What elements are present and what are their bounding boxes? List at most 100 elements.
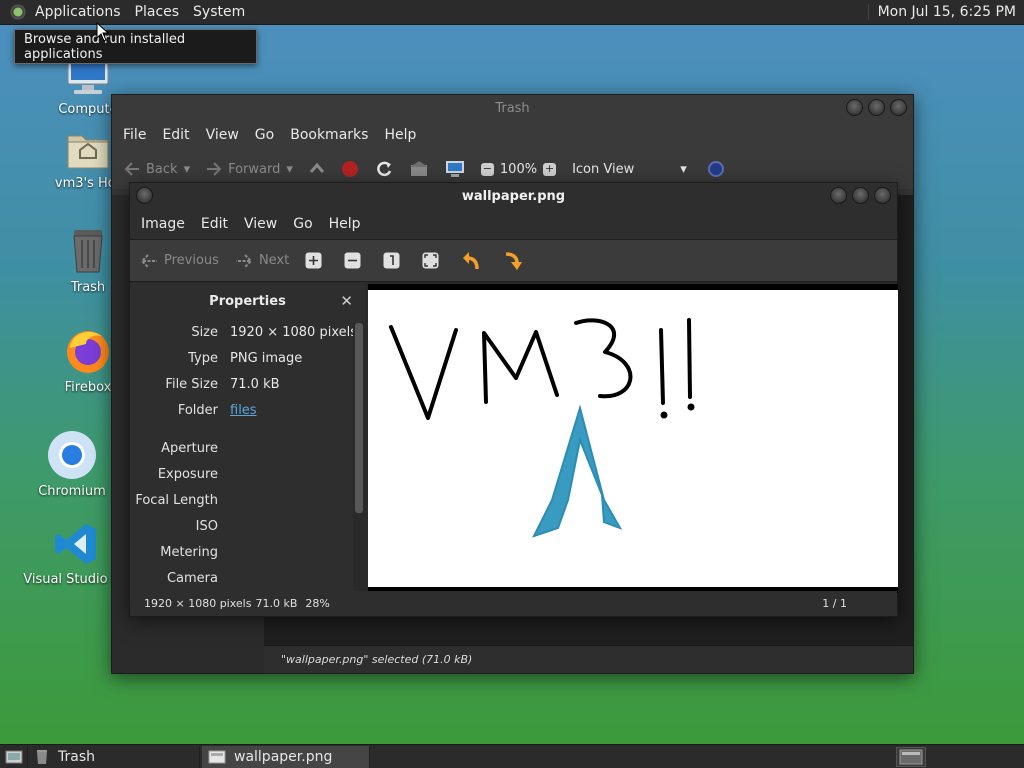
taskbar-item-trash[interactable]: Trash: [28, 745, 200, 768]
stop-icon: [341, 161, 358, 177]
computer-button[interactable]: [445, 160, 465, 178]
panel-clock[interactable]: Mon Jul 15, 6:25 PM: [867, 4, 1024, 20]
top-panel: Applications Places System Mon Jul 15, 6…: [0, 0, 1024, 25]
metadata-key: Focal Length: [135, 492, 218, 508]
forward-button[interactable]: Forward ▾: [206, 162, 293, 177]
property-value: PNG image: [230, 350, 303, 366]
image-viewer-statusbar: 1920 × 1080 pixels 71.0 kB 28% 1 / 1: [130, 591, 897, 616]
image-display[interactable]: [368, 284, 898, 593]
menu-file[interactable]: File: [115, 127, 154, 143]
system-menu[interactable]: System: [186, 4, 252, 20]
close-button[interactable]: [874, 187, 891, 204]
metadata-key: Camera: [166, 570, 218, 586]
home-icon: [409, 161, 428, 176]
image-viewer-titlebar[interactable]: wallpaper.png: [130, 183, 897, 209]
desktop-icon-chromium[interactable]: Chromium: [22, 430, 122, 499]
close-button[interactable]: [890, 99, 907, 116]
chevron-down-icon[interactable]: ▾: [184, 162, 191, 177]
arrow-right-icon: [207, 162, 222, 176]
arrow-left-icon: [140, 253, 157, 268]
zoom-out-icon: [344, 252, 361, 269]
menu-view[interactable]: View: [198, 127, 247, 143]
zoom-out-button[interactable]: [344, 252, 361, 269]
trash-icon: [37, 749, 47, 764]
metadata-key: ISO: [195, 518, 218, 534]
menu-edit[interactable]: Edit: [154, 127, 197, 143]
view-mode-select[interactable]: Icon View ▾: [572, 162, 687, 177]
menu-view[interactable]: View: [236, 216, 285, 232]
metadata-row: Aperture: [130, 435, 365, 461]
best-fit-button[interactable]: [422, 252, 439, 269]
trash-titlebar[interactable]: Trash: [112, 95, 913, 121]
menu-image[interactable]: Image: [133, 216, 193, 232]
image-icon: [208, 750, 226, 763]
next-button[interactable]: Next: [235, 253, 289, 268]
menu-edit[interactable]: Edit: [193, 216, 236, 232]
status-zoom: 28%: [305, 597, 330, 610]
rotate-left-button[interactable]: [461, 251, 481, 271]
show-desktop-icon: [5, 750, 22, 763]
search-button[interactable]: [707, 160, 725, 178]
arrow-up-icon: [309, 162, 325, 173]
show-desktop-button[interactable]: [0, 745, 28, 768]
trash-statusbar: "wallpaper.png" selected (71.0 kB): [264, 645, 913, 673]
zoom-in-icon: [305, 252, 322, 269]
property-row: File Size 71.0 kB: [130, 371, 365, 397]
menu-help[interactable]: Help: [321, 216, 369, 232]
property-spacer: [130, 423, 365, 435]
up-button[interactable]: [309, 162, 325, 176]
menu-go[interactable]: Go: [247, 127, 282, 143]
menu-help[interactable]: Help: [376, 127, 424, 143]
forward-label: Forward: [228, 161, 281, 177]
search-icon: [707, 161, 724, 177]
mouse-cursor-icon: [96, 22, 110, 42]
properties-header: Properties ✕: [130, 283, 365, 319]
firefox-icon: [67, 331, 109, 373]
folder-link[interactable]: files: [218, 403, 257, 418]
image-canvas: [368, 290, 898, 587]
applications-menu[interactable]: Applications: [28, 4, 128, 20]
previous-button[interactable]: Previous: [140, 253, 219, 268]
stop-button[interactable]: [341, 160, 359, 178]
bottom-panel: Trash wallpaper.png: [0, 744, 1024, 768]
trash-icon: [73, 230, 103, 273]
maximize-button[interactable]: [868, 99, 885, 116]
home-button[interactable]: [409, 161, 429, 177]
workspace-icon: [899, 749, 923, 764]
rotate-right-button[interactable]: [503, 251, 523, 271]
maximize-button[interactable]: [852, 187, 869, 204]
applications-logo-icon[interactable]: [10, 4, 26, 20]
minimize-button[interactable]: [830, 187, 847, 204]
chevron-down-icon[interactable]: ▾: [286, 162, 293, 177]
zoom-in-icon[interactable]: +: [543, 162, 557, 176]
vscode-icon: [55, 524, 96, 564]
menu-bookmarks[interactable]: Bookmarks: [282, 127, 376, 143]
normal-size-button[interactable]: [383, 252, 400, 269]
taskbar-item-wallpaper[interactable]: wallpaper.png: [202, 745, 370, 768]
zoom-in-button[interactable]: [305, 252, 322, 269]
reload-button[interactable]: [375, 160, 393, 178]
rotate-right-icon: [506, 251, 523, 270]
menu-go[interactable]: Go: [285, 216, 320, 232]
normal-size-icon: [383, 252, 400, 269]
image-viewer-window[interactable]: wallpaper.png Image Edit View Go Help Pr…: [129, 182, 898, 617]
rotate-left-icon: [463, 251, 479, 269]
property-key: Type: [188, 350, 218, 366]
minimize-button[interactable]: [846, 99, 863, 116]
property-value: 71.0 kB: [230, 376, 280, 392]
back-button[interactable]: Back ▾: [124, 162, 190, 177]
applications-tooltip: Browse and run installed applications: [14, 29, 257, 64]
property-row: Folder files: [130, 397, 365, 423]
window-controls: [846, 99, 907, 116]
places-menu[interactable]: Places: [128, 4, 187, 20]
workspace-switcher[interactable]: [896, 746, 926, 767]
back-label: Back: [146, 161, 178, 177]
metadata-row: Exposure: [130, 461, 365, 487]
window-controls: [830, 187, 891, 204]
window-menu-button[interactable]: [136, 187, 153, 204]
metadata-row: Camera: [130, 565, 365, 591]
properties-scrollbar[interactable]: [353, 323, 365, 593]
scrollbar-thumb[interactable]: [355, 323, 363, 513]
zoom-out-icon[interactable]: −: [480, 162, 494, 176]
close-icon[interactable]: ✕: [340, 292, 353, 310]
